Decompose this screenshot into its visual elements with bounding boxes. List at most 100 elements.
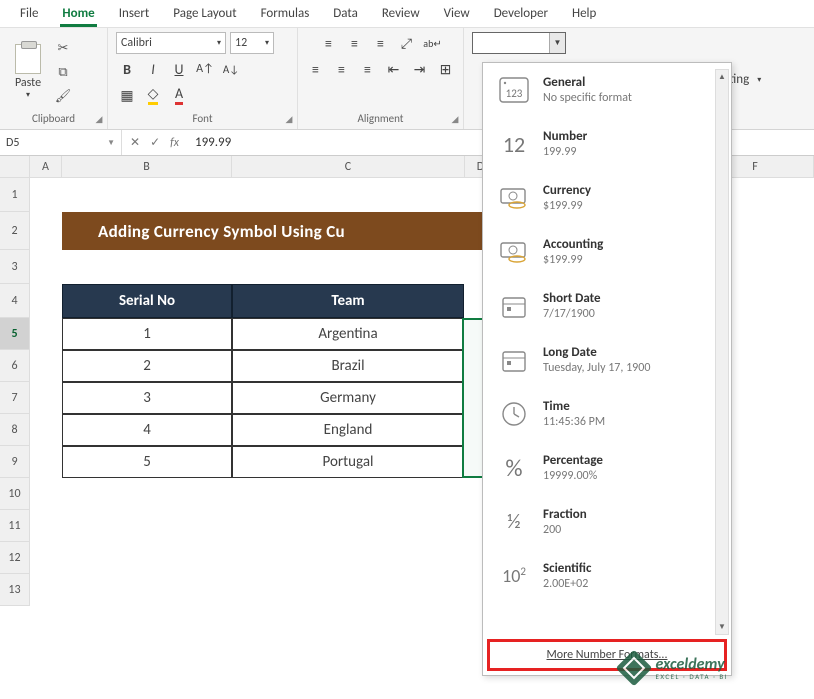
format-sample: $199.99: [543, 199, 591, 213]
underline-button[interactable]: U: [168, 58, 190, 80]
cell-team[interactable]: England: [232, 414, 464, 446]
number-format-combo[interactable]: ▼: [472, 32, 566, 54]
col-header[interactable]: B: [62, 156, 232, 177]
menu-insert[interactable]: Insert: [107, 2, 162, 27]
col-header[interactable]: A: [30, 156, 62, 177]
row-header[interactable]: 7: [0, 382, 29, 414]
watermark: exceldemy EXCEL · DATA · BI: [621, 655, 728, 681]
format-option-scientific[interactable]: 102Scientific2.00E+02: [483, 549, 731, 603]
row-header[interactable]: 4: [0, 284, 29, 318]
decrease-indent-icon[interactable]: ⇤: [383, 58, 405, 80]
chevron-down-icon[interactable]: ▼: [549, 33, 565, 53]
menu-formulas[interactable]: Formulas: [249, 2, 322, 27]
row-header[interactable]: 3: [0, 250, 29, 284]
scrollbar[interactable]: ▲ ▼: [715, 69, 729, 635]
row-header[interactable]: 9: [0, 446, 29, 478]
row-header[interactable]: 13: [0, 574, 29, 606]
cell-team[interactable]: Portugal: [232, 446, 464, 478]
italic-button[interactable]: I: [142, 58, 164, 80]
menu-bar: File Home Insert Page Layout Formulas Da…: [0, 0, 814, 28]
font-color-button[interactable]: A: [168, 84, 190, 106]
format-option-general[interactable]: 123GeneralNo specific format: [483, 63, 731, 117]
font-shrink-icon[interactable]: A↓: [220, 58, 242, 80]
wrap-text-icon[interactable]: ab↵: [422, 32, 444, 54]
format-option-number[interactable]: 12Number199.99: [483, 117, 731, 171]
format-title: Fraction: [543, 507, 587, 522]
cell-serial[interactable]: 3: [62, 382, 232, 414]
bold-button[interactable]: B: [116, 58, 138, 80]
align-right-icon[interactable]: ≡: [357, 58, 379, 80]
cell-team[interactable]: Germany: [232, 382, 464, 414]
group-clipboard: Paste ▾ ✂ ⧉ 🖌 Clipboard ◢: [0, 28, 108, 129]
menu-home[interactable]: Home: [50, 2, 106, 27]
format-option-time[interactable]: Time11:45:36 PM: [483, 387, 731, 441]
borders-button[interactable]: ▦: [116, 84, 138, 106]
copy-icon[interactable]: ⧉: [54, 63, 72, 81]
format-title: Number: [543, 129, 587, 144]
row-header[interactable]: 6: [0, 350, 29, 382]
align-center-icon[interactable]: ≡: [331, 58, 353, 80]
align-top-icon[interactable]: ≡: [318, 32, 340, 54]
cell-team[interactable]: Argentina: [232, 318, 464, 350]
fill-color-button[interactable]: ◇: [142, 84, 164, 106]
scroll-down-icon[interactable]: ▼: [716, 620, 728, 634]
scroll-up-icon[interactable]: ▲: [716, 70, 728, 84]
clipboard-launcher-icon[interactable]: ◢: [93, 113, 105, 125]
col-header[interactable]: [0, 156, 30, 177]
format-option-currency[interactable]: Currency$199.99: [483, 171, 731, 225]
cut-icon[interactable]: ✂: [54, 39, 72, 57]
format-title: Percentage: [543, 453, 603, 468]
paste-button[interactable]: Paste ▾: [8, 44, 48, 100]
menu-page-layout[interactable]: Page Layout: [161, 2, 248, 27]
general-icon: 123: [497, 73, 531, 107]
row-header[interactable]: 12: [0, 542, 29, 574]
align-bottom-icon[interactable]: ≡: [370, 32, 392, 54]
menu-developer[interactable]: Developer: [482, 2, 560, 27]
cell-serial[interactable]: 4: [62, 414, 232, 446]
row-header[interactable]: 2: [0, 212, 29, 250]
format-option-longdate[interactable]: Long DateTuesday, July 17, 1900: [483, 333, 731, 387]
fx-icon[interactable]: fx: [170, 136, 179, 150]
enter-icon[interactable]: ✓: [150, 135, 160, 150]
format-option-accounting[interactable]: Accounting $199.99: [483, 225, 731, 279]
menu-file[interactable]: File: [8, 2, 50, 27]
font-launcher-icon[interactable]: ◢: [283, 113, 295, 125]
row-header[interactable]: 1: [0, 178, 29, 212]
font-size-select[interactable]: 12▾: [230, 32, 274, 54]
align-left-icon[interactable]: ≡: [305, 58, 327, 80]
format-option-shortdate[interactable]: Short Date7/17/1900: [483, 279, 731, 333]
cell-serial[interactable]: 2: [62, 350, 232, 382]
name-box[interactable]: D5▼: [0, 130, 122, 155]
cell-serial[interactable]: 5: [62, 446, 232, 478]
accounting-icon: [497, 235, 531, 269]
row-header[interactable]: 11: [0, 510, 29, 542]
group-font: Calibri▾ 12▾ B I U A↑ A↓ ▦ ◇ A Font ◢: [108, 28, 298, 129]
format-option-percentage[interactable]: %Percentage19999.00%: [483, 441, 731, 495]
menu-data[interactable]: Data: [321, 2, 370, 27]
menu-help[interactable]: Help: [560, 2, 608, 27]
orientation-icon[interactable]: ⤢: [396, 32, 418, 54]
cancel-icon[interactable]: ✕: [130, 135, 140, 150]
row-header[interactable]: 5: [0, 318, 29, 350]
alignment-launcher-icon[interactable]: ◢: [449, 113, 461, 125]
align-middle-icon[interactable]: ≡: [344, 32, 366, 54]
format-option-fraction[interactable]: ½Fraction200: [483, 495, 731, 549]
format-sample: No specific format: [543, 91, 632, 105]
table-row: 5Portugal: [62, 446, 464, 478]
merge-center-icon[interactable]: ⊞: [435, 58, 457, 80]
menu-view[interactable]: View: [432, 2, 482, 27]
table-row: 3Germany: [62, 382, 464, 414]
row-header[interactable]: 10: [0, 478, 29, 510]
format-title: Long Date: [543, 345, 650, 360]
menu-review[interactable]: Review: [370, 2, 432, 27]
font-name-select[interactable]: Calibri▾: [116, 32, 226, 54]
cell-serial[interactable]: 1: [62, 318, 232, 350]
increase-indent-icon[interactable]: ⇥: [409, 58, 431, 80]
number-icon: 12: [497, 127, 531, 161]
number-format-dropdown: 123GeneralNo specific format12Number199.…: [482, 62, 732, 676]
cell-team[interactable]: Brazil: [232, 350, 464, 382]
font-grow-icon[interactable]: A↑: [194, 58, 216, 80]
col-header[interactable]: C: [232, 156, 465, 177]
row-header[interactable]: 8: [0, 414, 29, 446]
format-painter-icon[interactable]: 🖌: [54, 87, 72, 105]
